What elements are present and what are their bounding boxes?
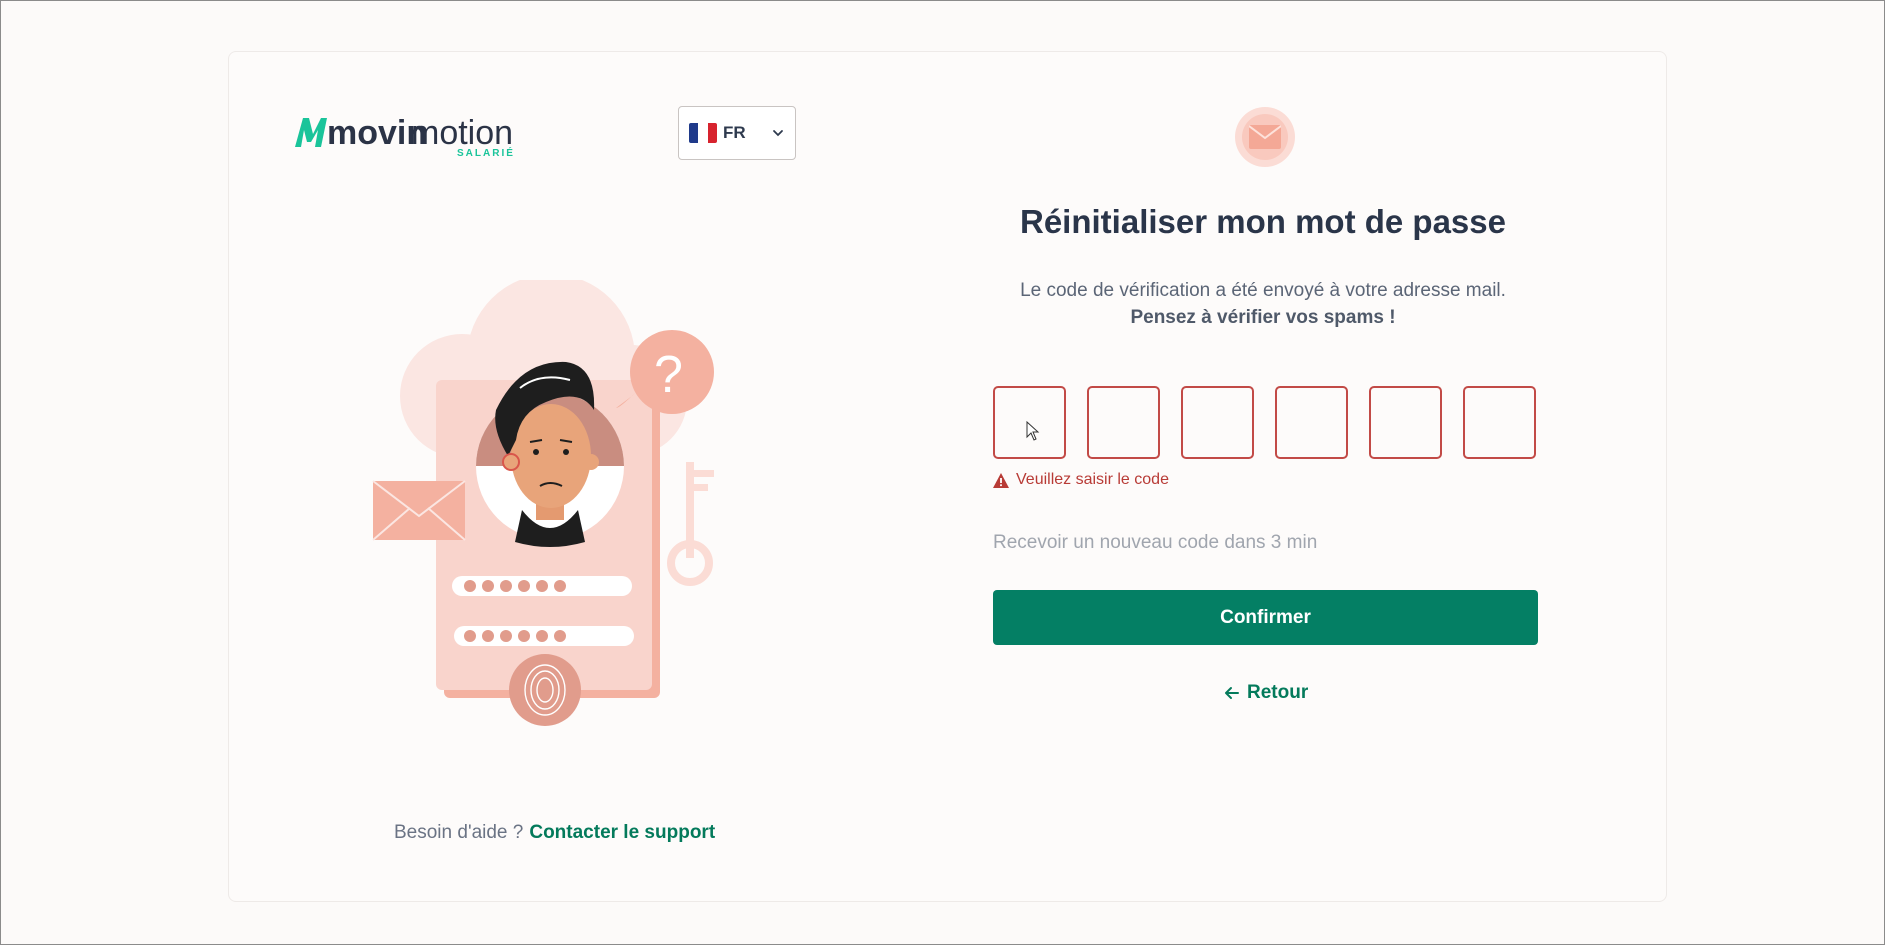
code-digit-4[interactable] [1275,386,1348,459]
back-link[interactable]: Retour [1224,682,1308,704]
svg-text:SALARIÉ: SALARIÉ [457,146,515,158]
svg-text:?: ? [654,346,683,404]
language-selector[interactable]: FR [678,106,796,160]
help-footer: Besoin d'aide ? Contacter le support [394,822,715,844]
warning-icon [993,472,1009,488]
language-code: FR [723,123,746,142]
error-text: Veuillez saisir le code [1016,471,1169,488]
code-digit-2[interactable] [1087,386,1160,459]
svg-text:motion: motion [411,114,513,152]
french-flag-icon [689,123,717,143]
spam-reminder-text: Pensez à vérifier vos spams ! [1130,307,1396,328]
resend-code-timer: Recevoir un nouveau code dans 3 min [993,532,1318,553]
code-digit-6[interactable] [1463,386,1536,459]
chevron-down-icon [773,130,783,137]
code-digit-5[interactable] [1369,386,1442,459]
mouse-cursor-icon [1026,421,1040,441]
code-digit-3[interactable] [1181,386,1254,459]
arrow-left-icon [1225,687,1239,699]
envelope-icon [1235,107,1295,167]
page-title: Réinitialiser mon mot de passe [1020,203,1506,240]
confirm-button[interactable]: Confirmer [993,590,1538,645]
back-label: Retour [1247,682,1309,703]
code-error-message: Veuillez saisir le code [993,471,1169,489]
verification-sent-text: Le code de vérification a été envoyé à v… [1020,280,1506,301]
password-reset-illustration: ? [370,274,730,730]
help-text: Besoin d'aide ? [394,822,524,843]
verification-code-input [993,386,1536,459]
contact-support-link[interactable]: Contacter le support [529,822,715,843]
movinmotion-logo: movin motion SALARIÉ [293,112,515,158]
